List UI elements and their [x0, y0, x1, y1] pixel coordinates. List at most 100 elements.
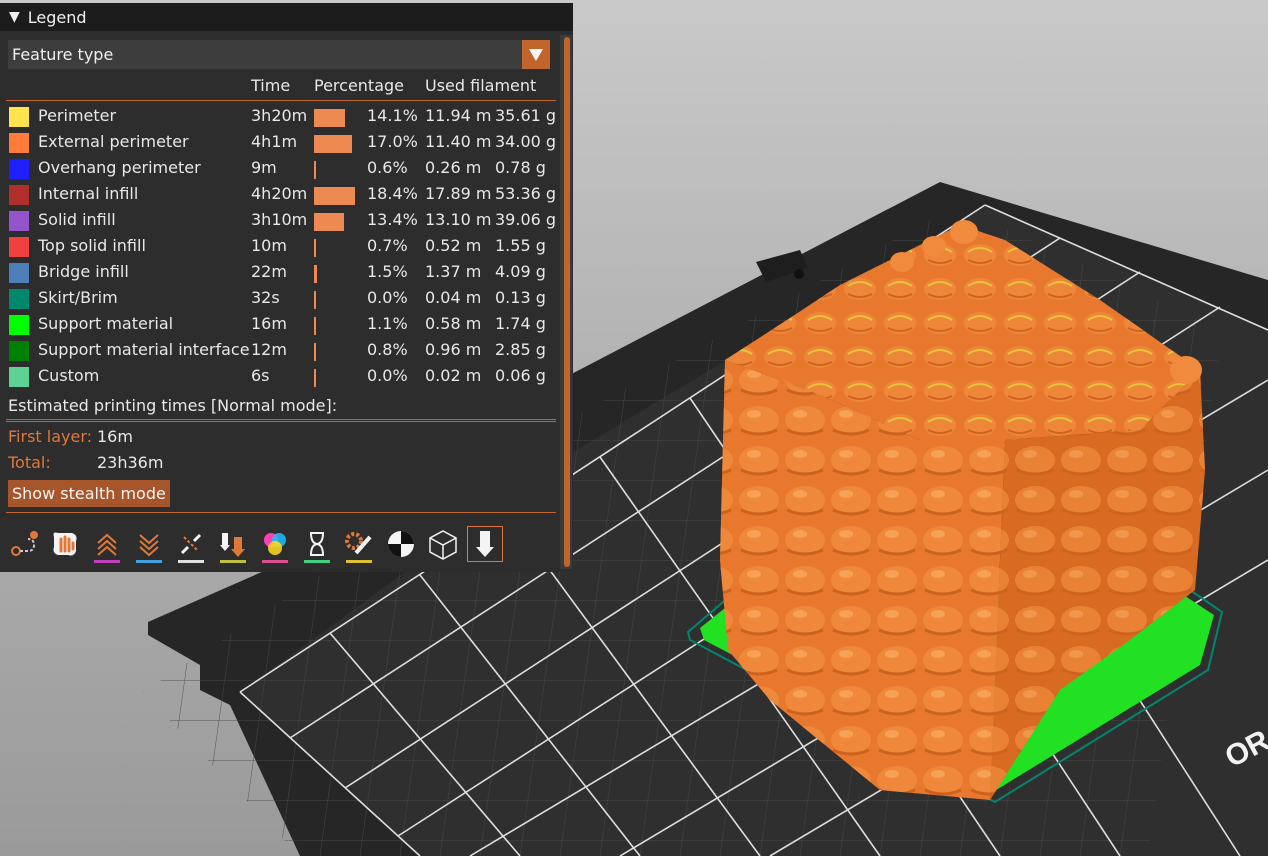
legend-row[interactable]: Support material interface 12m 0.8% 0.96 m 2… — [0, 338, 560, 364]
feature-time: 6s — [251, 366, 270, 385]
shells-icon[interactable] — [426, 527, 460, 561]
feature-weight: 1.74 g — [495, 314, 546, 333]
feature-percentage: 1.1% — [367, 314, 408, 333]
feature-weight: 0.13 g — [495, 288, 546, 307]
feature-percentage: 0.6% — [367, 158, 408, 177]
percentage-bar — [314, 369, 316, 387]
feature-weight: 53.36 g — [495, 184, 557, 203]
percentage-bar — [314, 239, 316, 257]
color-swatch — [9, 367, 29, 387]
feature-weight: 0.78 g — [495, 158, 546, 177]
feature-time: 12m — [251, 340, 287, 359]
feature-percentage: 0.0% — [367, 366, 408, 385]
feature-name: Skirt/Brim — [38, 288, 118, 307]
color-swatch — [9, 237, 29, 257]
tool-marker-icon[interactable] — [467, 526, 503, 562]
tool-changes-icon[interactable] — [216, 527, 250, 563]
color-changes-icon[interactable] — [258, 527, 292, 563]
collapse-triangle-icon[interactable]: ▼ — [9, 9, 20, 25]
feature-percentage: 18.4% — [367, 184, 418, 203]
feature-percentage: 14.1% — [367, 106, 418, 125]
feature-percentage: 0.8% — [367, 340, 408, 359]
feature-length: 1.37 m — [425, 262, 482, 281]
color-swatch — [9, 315, 29, 335]
color-swatch — [9, 185, 29, 205]
feature-time: 4h20m — [251, 184, 308, 203]
custom-gcodes-icon[interactable] — [342, 527, 376, 563]
color-swatch — [9, 133, 29, 153]
wipe-icon[interactable] — [48, 527, 82, 561]
feature-name: Overhang perimeter — [38, 158, 201, 177]
estimate-underline — [6, 419, 556, 420]
legend-scrollbar-thumb[interactable] — [564, 37, 570, 567]
feature-time: 32s — [251, 288, 280, 307]
feature-weight: 39.06 g — [495, 210, 557, 229]
legend-row[interactable]: Perimeter 3h20m 14.1% 11.94 m 35.61 g — [0, 104, 560, 130]
feature-length: 0.58 m — [425, 314, 482, 333]
feature-weight: 1.55 g — [495, 236, 546, 255]
feature-length: 0.04 m — [425, 288, 482, 307]
feature-percentage: 13.4% — [367, 210, 418, 229]
feature-percentage: 0.7% — [367, 236, 408, 255]
legend-row[interactable]: Solid infill 3h10m 13.4% 13.10 m 39.06 g — [0, 208, 560, 234]
feature-name: Top solid infill — [38, 236, 146, 255]
feature-length: 11.40 m — [425, 132, 492, 151]
view-type-value: Feature type — [12, 45, 114, 64]
legend-row[interactable]: Skirt/Brim 32s 0.0% 0.04 m 0.13 g — [0, 286, 560, 312]
feature-name: Support material interface — [38, 340, 250, 359]
percentage-bar — [314, 291, 316, 309]
view-type-select[interactable]: Feature type — [8, 40, 550, 69]
legend-row[interactable]: Overhang perimeter 9m 0.6% 0.26 m 0.78 g — [0, 156, 560, 182]
first-layer-label: First layer: — [8, 427, 93, 446]
feature-name: Internal infill — [38, 184, 139, 203]
color-swatch — [9, 159, 29, 179]
legend-row[interactable]: External perimeter 4h1m 17.0% 11.40 m 34.00 … — [0, 130, 560, 156]
percentage-bar — [314, 265, 317, 283]
percentage-bar — [314, 109, 345, 127]
legend-header[interactable]: ▼ Legend — [0, 3, 573, 31]
percentage-bar — [314, 317, 316, 335]
percentage-bar — [314, 161, 316, 179]
feature-weight: 2.85 g — [495, 340, 546, 359]
feature-percentage: 17.0% — [367, 132, 418, 151]
column-header-used-filament: Used filament — [425, 76, 537, 95]
feature-name: Custom — [38, 366, 100, 385]
feature-name: Bridge infill — [38, 262, 129, 281]
deretractions-icon[interactable] — [132, 527, 166, 563]
feature-weight: 34.00 g — [495, 132, 557, 151]
pause-prints-icon[interactable] — [300, 527, 334, 563]
color-swatch — [9, 107, 29, 127]
legend-panel: ▼ Legend Feature type Time Percentage Us… — [0, 3, 573, 572]
center-of-gravity-icon[interactable] — [384, 527, 418, 561]
column-header-percentage: Percentage — [314, 76, 405, 95]
feature-time: 3h20m — [251, 106, 308, 125]
feature-length: 17.89 m — [425, 184, 492, 203]
legend-row[interactable]: Internal infill 4h20m 18.4% 17.89 m 53.36 g — [0, 182, 560, 208]
chevron-down-icon[interactable] — [522, 40, 550, 69]
retractions-icon[interactable] — [90, 527, 124, 563]
feature-percentage: 0.0% — [367, 288, 408, 307]
feature-length: 0.26 m — [425, 158, 482, 177]
feature-length: 0.96 m — [425, 340, 482, 359]
toolbar-divider — [6, 512, 556, 513]
feature-time: 9m — [251, 158, 277, 177]
feature-percentage: 1.5% — [367, 262, 408, 281]
percentage-bar — [314, 213, 344, 231]
legend-row[interactable]: Top solid infill 10m 0.7% 0.52 m 1.55 g — [0, 234, 560, 260]
first-layer-value: 16m — [97, 427, 133, 446]
travel-icon[interactable] — [8, 527, 42, 561]
feature-length: 13.10 m — [425, 210, 492, 229]
feature-time: 4h1m — [251, 132, 298, 151]
percentage-bar — [314, 135, 352, 153]
feature-time: 16m — [251, 314, 287, 333]
show-stealth-mode-button[interactable]: Show stealth mode — [8, 480, 170, 507]
color-swatch — [9, 211, 29, 231]
color-swatch — [9, 263, 29, 283]
seams-icon[interactable] — [174, 527, 208, 563]
legend-row[interactable]: Custom 6s 0.0% 0.02 m 0.06 g — [0, 364, 560, 390]
column-header-time: Time — [251, 76, 291, 95]
feature-time: 22m — [251, 262, 287, 281]
feature-name: External perimeter — [38, 132, 189, 151]
legend-row[interactable]: Bridge infill 22m 1.5% 1.37 m 4.09 g — [0, 260, 560, 286]
legend-row[interactable]: Support material 16m 1.1% 0.58 m 1.74 g — [0, 312, 560, 338]
